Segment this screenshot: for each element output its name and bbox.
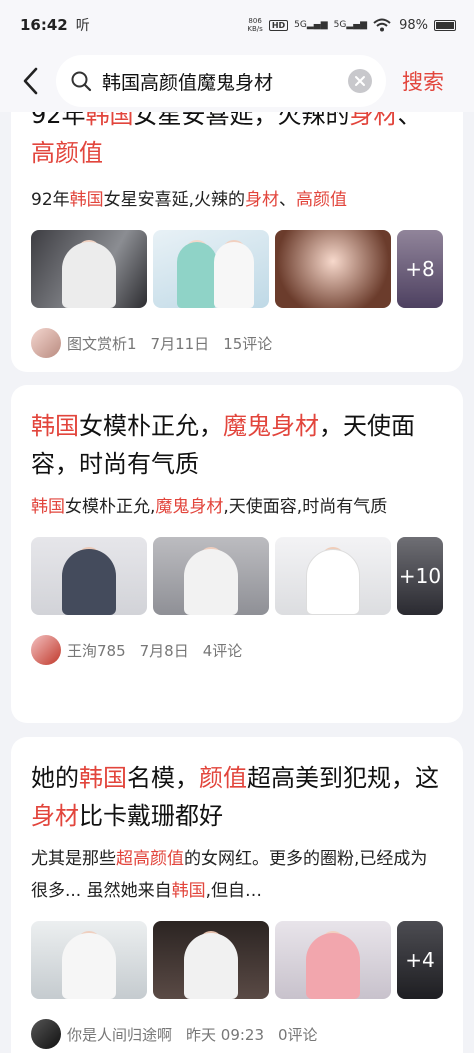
search-button[interactable]: 搜索 [402, 66, 444, 96]
back-button[interactable] [6, 56, 56, 106]
network-speed: 806 KB/s [247, 17, 262, 33]
status-bar: 16:42 听 806 KB/s HD 5G▂▄▆ 5G▂▄▆ 98% [0, 0, 474, 50]
result-meta: 图文赏析1 7月11日 15评论 [31, 328, 443, 358]
author-name[interactable]: 王洵785 [67, 640, 126, 661]
network-speed-unit: KB/s [247, 25, 263, 33]
clear-search-button[interactable] [348, 69, 372, 93]
author-name[interactable]: 你是人间归途啊 [67, 1024, 172, 1045]
result-image-more[interactable]: +8 [397, 230, 443, 308]
more-images-count: +4 [397, 921, 443, 999]
battery-percent: 98% [399, 17, 428, 33]
result-image[interactable] [153, 921, 269, 999]
highlighted-keyword: 韩国 [31, 412, 79, 440]
result-summary: 尤其是那些超高颜值的女网红。更多的圈粉,已经成为很多... 虽然她来自韩国,但自… [31, 843, 443, 907]
highlighted-keyword: 魔鬼身材 [223, 412, 319, 440]
search-input[interactable]: 韩国高颜值魔鬼身材 [56, 55, 386, 107]
text-run: ,天使面容,时尚有气质 [223, 497, 388, 517]
more-images-count: +8 [397, 230, 443, 308]
text-run: ,但自… [205, 881, 263, 901]
result-image-more[interactable]: +4 [397, 921, 443, 999]
result-image[interactable] [275, 537, 391, 615]
search-header: 韩国高颜值魔鬼身材 搜索 [0, 50, 474, 112]
avatar[interactable] [31, 635, 61, 665]
comment-count: 15评论 [223, 334, 273, 353]
battery-icon [434, 19, 456, 31]
text-run: 名模， [127, 764, 199, 792]
result-summary: 韩国女模朴正允,魔鬼身材,天使面容,时尚有气质 [31, 491, 443, 523]
avatar[interactable] [31, 328, 61, 358]
result-title[interactable]: 韩国女模朴正允，魔鬼身材，天使面容，时尚有气质 [31, 407, 443, 483]
result-title[interactable]: 她的韩国名模，颜值超高美到犯规，这身材比卡戴珊都好 [31, 759, 443, 835]
comment-count: 0评论 [278, 1025, 318, 1044]
result-image-strip[interactable]: +10 [31, 537, 443, 615]
result-summary: 92年韩国女星安喜延,火辣的身材、高颜值 [31, 184, 443, 216]
highlighted-keyword: 高颜值 [296, 190, 348, 210]
highlighted-keyword: 韩国 [85, 112, 134, 129]
result-image[interactable] [31, 921, 147, 999]
more-images-count: +10 [397, 537, 443, 615]
sim1-label: 5G [294, 20, 307, 30]
hd-icon: HD [268, 19, 289, 31]
result-image[interactable] [153, 230, 269, 308]
text-run: 92年 [31, 112, 86, 129]
text-run: 尤其是那些 [31, 849, 116, 869]
result-image[interactable] [275, 230, 391, 308]
text-run: 女星安喜延,火辣的 [103, 190, 246, 210]
highlighted-keyword: 超高颜值 [116, 849, 184, 869]
comment-count: 4评论 [202, 641, 243, 660]
search-query-text[interactable]: 韩国高颜值魔鬼身材 [102, 68, 348, 95]
result-card[interactable]: 她的韩国名模，颜值超高美到犯规，这身材比卡戴珊都好 尤其是那些超高颜值的女网红。… [11, 737, 463, 1053]
result-card[interactable]: 韩国女模朴正允，魔鬼身材，天使面容，时尚有气质 韩国女模朴正允,魔鬼身材,天使面… [11, 385, 463, 723]
text-run: 女星安喜延，火辣的 [133, 112, 350, 129]
text-run: 女模朴正允， [79, 412, 223, 440]
wifi-icon [373, 18, 391, 32]
results-feed[interactable]: 92年韩国女星安喜延，火辣的身材、高颜值 92年韩国女星安喜延,火辣的身材、高颜… [0, 112, 474, 1053]
chevron-left-icon [23, 67, 38, 95]
text-run: 比卡戴珊都好 [79, 802, 223, 830]
status-carrier-icon: 听 [75, 18, 90, 34]
highlighted-keyword: 魔鬼身材 [155, 497, 224, 517]
result-meta: 王洵785 7月8日 4评论 [31, 635, 443, 665]
highlighted-keyword: 韩国 [69, 190, 104, 210]
highlighted-keyword: 身材 [31, 802, 79, 830]
search-icon [71, 71, 92, 92]
close-icon [355, 76, 365, 86]
highlighted-keyword: 身材 [245, 190, 280, 210]
result-image-more[interactable]: +10 [397, 537, 443, 615]
status-indicators: 806 KB/s HD 5G▂▄▆ 5G▂▄▆ 98% [247, 17, 456, 33]
result-meta: 你是人间归途啊 昨天 09:23 0评论 [31, 1019, 443, 1049]
result-image[interactable] [31, 230, 147, 308]
network-speed-value: 806 [248, 17, 262, 25]
publish-date: 7月8日 [139, 641, 189, 660]
text-run: 、 [279, 190, 297, 210]
publish-date: 7月11日 [150, 334, 210, 353]
sim2-label: 5G [333, 20, 347, 30]
result-card[interactable]: 92年韩国女星安喜延，火辣的身材、高颜值 92年韩国女星安喜延,火辣的身材、高颜… [11, 112, 463, 372]
signal-icon-sim1: 5G▂▄▆ [294, 20, 328, 30]
author-name[interactable]: 图文赏析1 [67, 333, 137, 354]
status-time: 16:42 [20, 16, 68, 34]
text-run: 女模朴正允, [65, 497, 156, 517]
signal-icon-sim2: 5G▂▄▆ [333, 20, 368, 30]
result-image[interactable] [275, 921, 391, 999]
result-image[interactable] [153, 537, 269, 615]
result-image-strip[interactable]: +8 [31, 230, 443, 308]
highlighted-keyword: 身材 [349, 112, 398, 129]
highlighted-keyword: 韩国 [31, 497, 65, 517]
text-run: 92年 [31, 190, 70, 210]
publish-date: 昨天 09:23 [186, 1025, 265, 1044]
highlighted-keyword: 高颜值 [31, 139, 103, 167]
avatar[interactable] [31, 1019, 61, 1049]
highlighted-keyword: 韩国 [171, 881, 206, 901]
result-title[interactable]: 92年韩国女星安喜延，火辣的身材、高颜值 [31, 112, 443, 172]
highlighted-keyword: 颜值 [199, 764, 247, 792]
highlighted-keyword: 韩国 [79, 764, 127, 792]
result-image[interactable] [31, 537, 147, 615]
text-run: 她的 [31, 764, 79, 792]
text-run: 、 [397, 112, 422, 129]
text-run: 超高美到犯规，这 [247, 764, 439, 792]
result-image-strip[interactable]: +4 [31, 921, 443, 999]
